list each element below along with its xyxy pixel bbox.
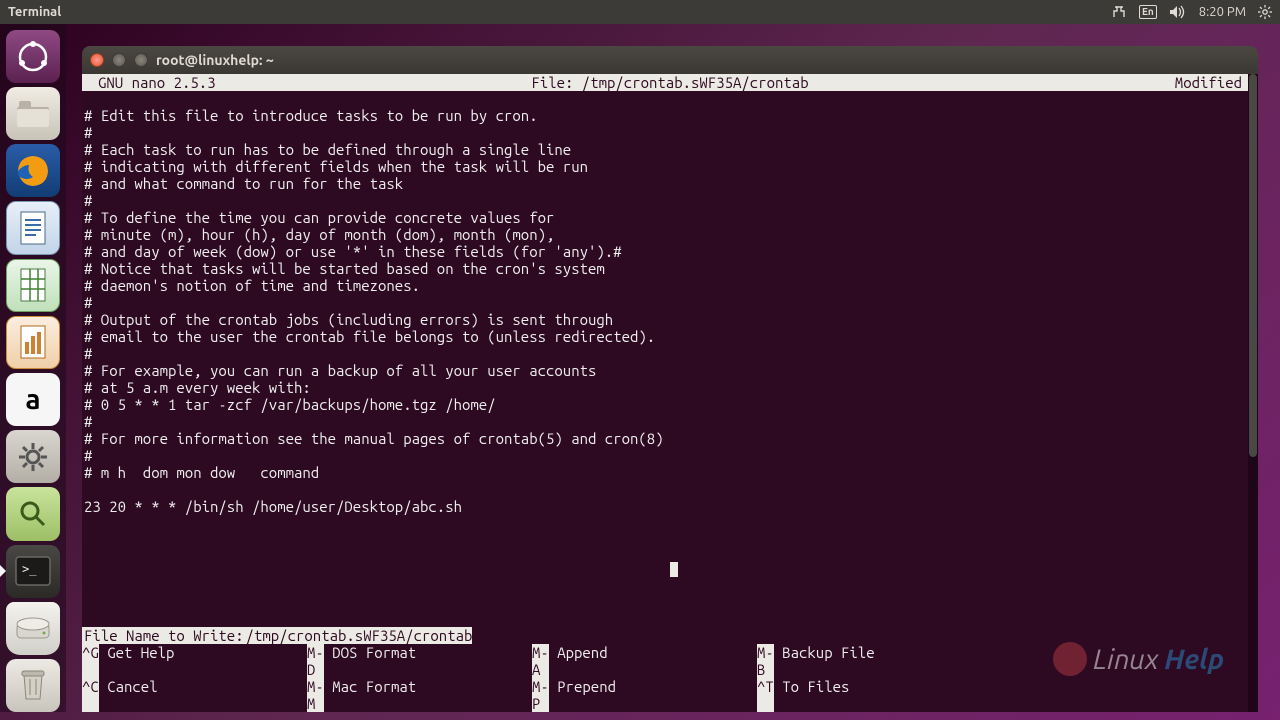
nano-write-prompt-label: File Name to Write: bbox=[82, 627, 246, 644]
editor-line[interactable]: # For more information see the manual pa… bbox=[82, 430, 1258, 447]
keyboard-layout-indicator[interactable]: En bbox=[1139, 5, 1157, 19]
shortcut-label: Get Help bbox=[99, 644, 175, 678]
editor-line[interactable]: # minute (m), hour (h), day of month (do… bbox=[82, 226, 1258, 243]
shortcut-key: M-D bbox=[307, 644, 324, 678]
nano-shortcut-row-1: ^GGet HelpM-DDOS FormatM-AAppendM-BBacku… bbox=[82, 644, 1250, 678]
shortcut-key: M-A bbox=[532, 644, 549, 678]
window-maximize-button[interactable] bbox=[134, 53, 148, 67]
text-cursor-icon bbox=[670, 562, 678, 577]
nano-write-prompt: File Name to Write: /tmp/crontab.sWF35A/… bbox=[82, 627, 1250, 644]
window-titlebar[interactable]: root@linuxhelp: ~ bbox=[82, 46, 1258, 74]
nano-status: Modified bbox=[1175, 74, 1242, 91]
editor-line[interactable]: # bbox=[82, 413, 1258, 430]
editor-line[interactable]: # email to the user the crontab file bel… bbox=[82, 328, 1258, 345]
launcher-firefox[interactable] bbox=[6, 144, 60, 197]
shortcut-label: Prepend bbox=[549, 678, 616, 712]
editor-line[interactable]: # To define the time you can provide con… bbox=[82, 209, 1258, 226]
clock[interactable]: 8:20 PM bbox=[1199, 5, 1246, 19]
nano-shortcut: M-BBackup File bbox=[757, 644, 982, 678]
nano-bottom-bar: File Name to Write: /tmp/crontab.sWF35A/… bbox=[82, 627, 1250, 712]
editor-line[interactable]: # For example, you can run a backup of a… bbox=[82, 362, 1258, 379]
launcher-disk[interactable] bbox=[6, 602, 60, 655]
editor-line[interactable]: # Edit this file to introduce tasks to b… bbox=[82, 107, 1258, 124]
launcher-search-tool[interactable] bbox=[6, 487, 60, 540]
scrollbar-thumb[interactable] bbox=[1249, 74, 1257, 457]
shortcut-label: DOS Format bbox=[324, 644, 416, 678]
editor-line[interactable]: # m h dom mon dow command bbox=[82, 464, 1258, 481]
gear-icon[interactable] bbox=[1258, 5, 1272, 19]
shortcut-label: Mac Format bbox=[324, 678, 416, 712]
launcher-trash[interactable] bbox=[6, 659, 60, 712]
nano-shortcut: M-DDOS Format bbox=[307, 644, 532, 678]
svg-text:>_: >_ bbox=[22, 562, 37, 576]
editor-line[interactable]: # bbox=[82, 345, 1258, 362]
nano-shortcut: M-AAppend bbox=[532, 644, 757, 678]
editor-line[interactable]: # bbox=[82, 447, 1258, 464]
shortcut-key: ^T bbox=[757, 678, 774, 712]
terminal-scrollbar[interactable] bbox=[1248, 74, 1258, 712]
nano-shortcut: ^GGet Help bbox=[82, 644, 307, 678]
editor-line[interactable]: # Notice that tasks will be started base… bbox=[82, 260, 1258, 277]
window-minimize-button[interactable] bbox=[112, 53, 126, 67]
nano-write-prompt-value[interactable]: /tmp/crontab.sWF35A/crontab bbox=[246, 627, 473, 644]
launcher-amazon[interactable]: a bbox=[6, 373, 60, 426]
editor-line[interactable]: # at 5 a.m every week with: bbox=[82, 379, 1258, 396]
window-close-button[interactable] bbox=[90, 53, 104, 67]
launcher-impress[interactable] bbox=[6, 316, 60, 369]
shortcut-key: M-M bbox=[307, 678, 324, 712]
launcher-settings[interactable] bbox=[6, 430, 60, 483]
top-menu-bar: Terminal En 8:20 PM bbox=[0, 0, 1280, 24]
shortcut-key: M-B bbox=[757, 644, 774, 678]
editor-line[interactable]: # and day of week (dow) or use '*' in th… bbox=[82, 243, 1258, 260]
nano-shortcut: M-PPrepend bbox=[532, 678, 757, 712]
editor-line[interactable]: # and what command to run for the task bbox=[82, 175, 1258, 192]
terminal-body[interactable]: GNU nano 2.5.3 File: /tmp/crontab.sWF35A… bbox=[82, 74, 1258, 712]
nano-shortcut: ^CCancel bbox=[82, 678, 307, 712]
launcher-writer[interactable] bbox=[6, 201, 60, 254]
window-title: root@linuxhelp: ~ bbox=[156, 52, 274, 68]
editor-line[interactable]: # Each task to run has to be defined thr… bbox=[82, 141, 1258, 158]
editor-line[interactable]: # Output of the crontab jobs (including … bbox=[82, 311, 1258, 328]
nano-editor-content[interactable]: # Edit this file to introduce tasks to b… bbox=[82, 91, 1258, 515]
amazon-label: a bbox=[25, 384, 40, 415]
nano-file-label: File: /tmp/crontab.sWF35A/crontab bbox=[531, 74, 808, 91]
editor-line[interactable]: # bbox=[82, 192, 1258, 209]
launcher-calc[interactable] bbox=[6, 259, 60, 312]
launcher-dash[interactable] bbox=[6, 30, 60, 83]
nano-version: GNU nano 2.5.3 bbox=[98, 74, 216, 91]
launcher-files[interactable] bbox=[6, 87, 60, 140]
launcher-terminal[interactable]: >_ bbox=[6, 545, 60, 598]
nano-shortcut: M-MMac Format bbox=[307, 678, 532, 712]
shortcut-label: To Files bbox=[774, 678, 850, 712]
active-app-title: Terminal bbox=[8, 5, 61, 19]
unity-launcher: a >_ bbox=[0, 24, 66, 712]
shortcut-key: M-P bbox=[532, 678, 549, 712]
system-tray: En 8:20 PM bbox=[1111, 5, 1272, 19]
shortcut-key: ^C bbox=[82, 678, 99, 712]
editor-line[interactable]: # indicating with different fields when … bbox=[82, 158, 1258, 175]
terminal-window: root@linuxhelp: ~ GNU nano 2.5.3 File: /… bbox=[82, 46, 1258, 712]
network-icon[interactable] bbox=[1111, 5, 1127, 19]
editor-line[interactable]: # daemon's notion of time and timezones. bbox=[82, 277, 1258, 294]
shortcut-label: Append bbox=[549, 644, 608, 678]
editor-line[interactable]: # bbox=[82, 124, 1258, 141]
shortcut-key: ^G bbox=[82, 644, 99, 678]
editor-line[interactable]: # 0 5 * * 1 tar -zcf /var/backups/home.t… bbox=[82, 396, 1258, 413]
shortcut-label: Cancel bbox=[99, 678, 158, 712]
volume-icon[interactable] bbox=[1169, 5, 1187, 19]
nano-header: GNU nano 2.5.3 File: /tmp/crontab.sWF35A… bbox=[82, 74, 1258, 91]
editor-line[interactable]: 23 20 * * * /bin/sh /home/user/Desktop/a… bbox=[82, 498, 1258, 515]
editor-line[interactable] bbox=[82, 481, 1258, 498]
nano-shortcut: ^TTo Files bbox=[757, 678, 982, 712]
nano-shortcut-row-2: ^CCancelM-MMac FormatM-PPrepend^TTo File… bbox=[82, 678, 1250, 712]
editor-line[interactable]: # bbox=[82, 294, 1258, 311]
shortcut-label: Backup File bbox=[774, 644, 875, 678]
